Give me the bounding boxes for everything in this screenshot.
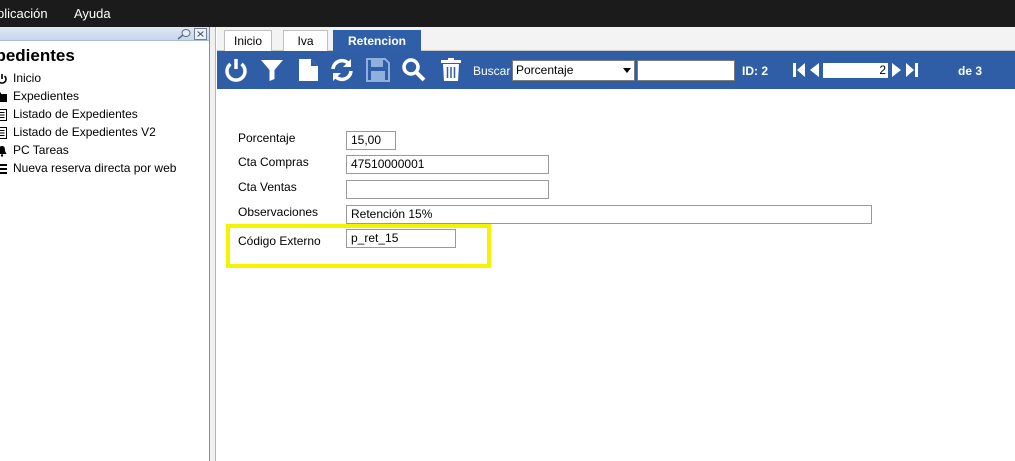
tab-iva[interactable]: Iva: [283, 30, 328, 51]
power-icon: [0, 74, 7, 84]
menu-icon: [0, 164, 7, 174]
tab-retencion[interactable]: Retencion: [333, 30, 421, 51]
list-icon: [0, 127, 7, 139]
codigo-externo-field[interactable]: p_ret_15: [346, 229, 456, 248]
porcentaje-field[interactable]: 15,00: [346, 131, 396, 150]
list-icon: [0, 109, 7, 121]
navigation-panel: xpedientes Inicio Expedientes Listado de…: [0, 27, 210, 461]
search-field-select[interactable]: Porcentaje: [512, 60, 635, 81]
close-icon[interactable]: [194, 28, 207, 40]
buscar-label: Buscar: [473, 64, 511, 78]
previous-record-icon[interactable]: [809, 63, 819, 77]
search-input[interactable]: [637, 60, 735, 81]
cta-compras-label: Cta Compras: [238, 155, 309, 169]
save-icon[interactable]: [364, 56, 392, 84]
folder-icon: [0, 92, 7, 102]
panel-title: xpedientes: [0, 46, 75, 65]
cta-compras-field[interactable]: 47510000001: [346, 155, 549, 174]
search-icon[interactable]: [400, 56, 428, 84]
nav-item-label: PC Tareas: [13, 143, 69, 157]
next-record-icon[interactable]: [892, 63, 902, 77]
menu-aplicacion[interactable]: plicación: [0, 6, 48, 21]
chevron-down-icon: [623, 68, 631, 73]
nav-item-label: Listado de Expedientes: [13, 107, 138, 121]
last-record-icon[interactable]: [906, 63, 918, 77]
nav-item-label: Nueva reserva directa por web: [13, 161, 177, 175]
cta-ventas-field[interactable]: [346, 180, 549, 199]
new-document-icon[interactable]: [294, 56, 322, 84]
tab-bar: Inicio Iva Retencion: [217, 27, 1015, 51]
cta-ventas-label: Cta Ventas: [238, 180, 297, 194]
page-total: de 3: [958, 64, 983, 78]
first-record-icon[interactable]: [793, 63, 805, 77]
record-form: Porcentaje 15,00 Cta Compras 47510000001…: [217, 89, 1015, 461]
nav-item-label: Listado de Expedientes V2: [13, 125, 156, 139]
record-id: ID: 2: [742, 64, 769, 78]
search-field-value: Porcentaje: [516, 63, 574, 77]
menu-ayuda[interactable]: Ayuda: [74, 6, 111, 21]
nav-item-label: Expedientes: [13, 89, 80, 103]
porcentaje-label: Porcentaje: [238, 131, 296, 145]
record-toolbar: Buscar Porcentaje ID: 2 2 de 3: [217, 51, 1015, 89]
panel-splitter[interactable]: [210, 27, 216, 461]
pin-icon[interactable]: [176, 28, 192, 40]
codigo-externo-label: Código Externo: [238, 234, 321, 248]
bell-icon: [0, 146, 7, 157]
observaciones-field[interactable]: Retención 15%: [346, 205, 872, 224]
menu-bar: plicación Ayuda: [0, 0, 1015, 27]
page-input[interactable]: 2: [823, 63, 888, 78]
power-icon[interactable]: [222, 56, 250, 84]
observaciones-label: Observaciones: [238, 205, 319, 219]
delete-icon[interactable]: [437, 56, 465, 84]
tab-inicio[interactable]: Inicio: [224, 30, 272, 51]
refresh-icon[interactable]: [328, 56, 356, 84]
nav-item-label: Inicio: [13, 71, 42, 85]
panel-header: [0, 27, 209, 41]
filter-icon[interactable]: [258, 56, 286, 84]
